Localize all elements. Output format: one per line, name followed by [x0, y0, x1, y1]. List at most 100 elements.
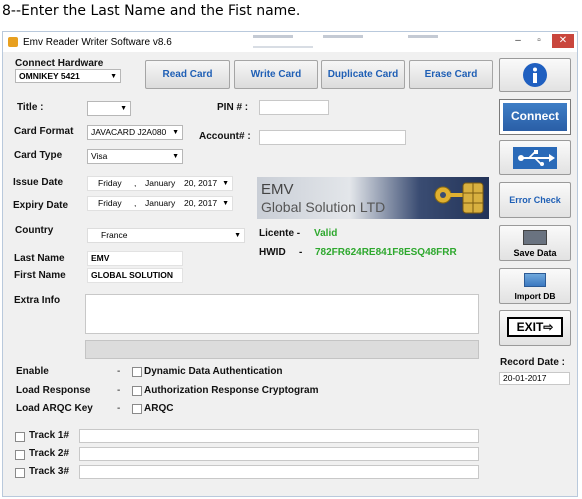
card-type-value: Visa	[91, 151, 108, 161]
save-data-label: Save Data	[513, 248, 557, 258]
save-icon	[523, 230, 547, 245]
first-name-label: First Name	[14, 270, 66, 281]
card-format-select[interactable]: JAVACARD J2A080 ▼	[87, 125, 183, 140]
chevron-down-icon: ▼	[172, 153, 179, 160]
arc-checkbox[interactable]	[132, 386, 142, 396]
issue-date-picker[interactable]: Friday , January 20, 2017 ▼	[87, 176, 233, 191]
app-icon	[8, 37, 18, 47]
expiry-day: Friday	[98, 198, 122, 208]
licence-status: Valid	[314, 228, 338, 239]
option-label-load-arqc: Load ARQC Key	[16, 403, 93, 414]
usb-button[interactable]	[499, 140, 571, 175]
pin-label: PIN # :	[217, 102, 249, 113]
usb-icon	[513, 147, 557, 169]
licence-label: Licente -	[259, 228, 301, 239]
track3-label: Track 3#	[29, 466, 70, 477]
hwid-label: HWID	[259, 247, 286, 258]
progress-bar	[85, 340, 479, 359]
title-select[interactable]: ▼	[87, 101, 131, 116]
country-label: Country	[15, 225, 54, 236]
import-db-label: Import DB	[514, 291, 556, 301]
expiry-month: January	[145, 198, 176, 208]
banner-line2: Global Solution LTD	[261, 199, 386, 215]
connect-button[interactable]: Connect	[503, 103, 567, 131]
info-icon	[523, 63, 547, 87]
card-format-value: JAVACARD J2A080	[91, 127, 167, 137]
error-check-button[interactable]: Error Check	[499, 182, 571, 218]
write-card-button[interactable]: Write Card	[234, 60, 318, 89]
window-title: Emv Reader Writer Software v8.6	[23, 37, 172, 48]
hardware-value: OMNIKEY 5421	[19, 71, 80, 81]
option-dash: -	[117, 385, 121, 396]
record-date-label: Record Date :	[500, 357, 566, 368]
arqc-label: ARQC	[144, 403, 174, 414]
chevron-down-icon: ▼	[120, 105, 127, 112]
option-label-load-response: Load Response	[16, 385, 91, 396]
chevron-down-icon: ▼	[222, 180, 229, 187]
instruction-caption: 8--Enter the Last Name and the Fist name…	[2, 3, 301, 19]
expiry-date-label: Expiry Date	[13, 200, 69, 211]
extra-info-textarea[interactable]	[85, 294, 479, 334]
chevron-down-icon: ▼	[234, 232, 241, 239]
hardware-label: Connect Hardware	[15, 58, 104, 69]
chevron-down-icon: ▼	[222, 200, 229, 207]
first-name-input[interactable]: GLOBAL SOLUTION	[87, 268, 183, 283]
dda-label: Dynamic Data Authentication	[144, 366, 283, 377]
background-blur	[253, 35, 293, 38]
close-icon[interactable]: ✕	[552, 34, 574, 48]
country-select[interactable]: France ▼	[87, 228, 245, 243]
option-dash: -	[117, 366, 121, 377]
chevron-down-icon: ▼	[172, 129, 179, 136]
title-bar: Emv Reader Writer Software v8.6 – ▫ ✕	[3, 32, 577, 52]
track1-label: Track 1#	[29, 430, 70, 441]
emv-banner: EMV Global Solution LTD	[257, 177, 489, 219]
track3-checkbox[interactable]	[15, 468, 25, 478]
database-icon	[524, 273, 546, 287]
read-card-button[interactable]: Read Card	[145, 60, 230, 89]
issue-month: January	[145, 178, 176, 188]
card-type-select[interactable]: Visa ▼	[87, 149, 183, 164]
track1-input[interactable]	[79, 429, 479, 443]
info-button[interactable]	[499, 58, 571, 92]
option-dash: -	[117, 403, 121, 414]
track2-input[interactable]	[79, 447, 479, 461]
account-label: Account# :	[199, 131, 251, 142]
title-label: Title :	[17, 102, 44, 113]
issue-date: 20, 2017	[184, 178, 218, 188]
card-format-label: Card Format	[14, 126, 74, 137]
track3-input[interactable]	[79, 465, 479, 479]
record-date-value: 20-01-2017	[499, 372, 570, 385]
expiry-date-picker[interactable]: Friday , January 20, 2017 ▼	[87, 196, 233, 211]
erase-card-button[interactable]: Erase Card	[409, 60, 493, 89]
background-blur	[253, 46, 313, 48]
expiry-date: 20, 2017	[184, 198, 218, 208]
banner-line1: EMV	[261, 181, 294, 198]
duplicate-card-button[interactable]: Duplicate Card	[321, 60, 405, 89]
account-input[interactable]	[259, 130, 406, 145]
import-db-button[interactable]: Import DB	[499, 268, 571, 304]
last-name-label: Last Name	[14, 253, 65, 264]
pin-input[interactable]	[259, 100, 329, 115]
minimize-icon[interactable]: –	[509, 34, 527, 48]
maximize-icon[interactable]: ▫	[530, 34, 548, 48]
issue-day: Friday	[98, 178, 122, 188]
track2-label: Track 2#	[29, 448, 70, 459]
key-chip-icon	[434, 182, 484, 214]
exit-icon: EXIT⇨	[507, 317, 563, 337]
dda-checkbox[interactable]	[132, 367, 142, 377]
connect-button-frame[interactable]: Connect	[499, 99, 571, 135]
country-value: France	[101, 230, 128, 240]
last-name-input[interactable]: EMV	[87, 251, 183, 266]
hwid-value: 782FR624RE841F8ESQ48FRR	[315, 247, 457, 258]
arqc-checkbox[interactable]	[132, 404, 142, 414]
exit-button[interactable]: EXIT⇨	[499, 310, 571, 346]
track1-checkbox[interactable]	[15, 432, 25, 442]
save-data-button[interactable]: Save Data	[499, 225, 571, 261]
background-blur	[323, 35, 363, 38]
track2-checkbox[interactable]	[15, 450, 25, 460]
hwid-dash: -	[299, 247, 303, 258]
hardware-select[interactable]: OMNIKEY 5421 ▼	[15, 69, 121, 83]
issue-date-label: Issue Date	[13, 177, 64, 188]
extra-info-label: Extra Info	[14, 295, 61, 306]
chevron-down-icon: ▼	[110, 73, 117, 80]
